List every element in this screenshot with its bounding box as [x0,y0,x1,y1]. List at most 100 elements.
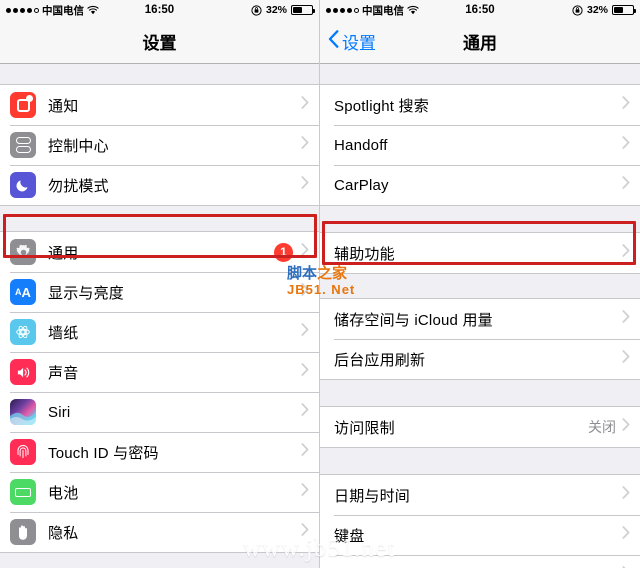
general-row-background-app-refresh[interactable]: 后台应用刷新 [320,339,640,379]
list-gap [320,380,640,406]
row-label: 日期与时间 [334,487,411,505]
chevron-right-icon [301,523,309,541]
general-row-restrictions[interactable]: 访问限制 关闭 [320,407,640,447]
row-label: 电池 [48,484,79,502]
general-row-language-region[interactable]: 语言与地区 [320,555,640,568]
back-button-settings[interactable]: 设置 [320,29,376,54]
settings-row-control-center[interactable]: 控制中心 [0,125,319,165]
battery-icon [10,479,36,505]
status-badge: 1 [274,242,293,262]
chevron-right-icon [301,283,309,301]
chevron-right-icon [301,363,309,381]
carrier-label: 中国电信 [42,4,84,17]
status-bar-left-group: 中国电信 [326,3,419,18]
chevron-right-icon [622,486,630,504]
restrictions-value: 关闭 [588,419,616,435]
do-not-disturb-icon [10,172,36,198]
signal-strength-icon [6,7,39,13]
general-row-storage-icloud[interactable]: 储存空间与 iCloud 用量 [320,299,640,339]
rotation-lock-icon [251,4,262,16]
page-title-settings: 设置 [142,34,177,53]
general-group-5: 日期与时间 键盘 语言与地区 [320,474,640,568]
chevron-right-icon [301,176,309,194]
list-gap [320,448,640,474]
siri-icon [10,399,36,425]
list-gap [0,553,319,568]
chevron-right-icon [622,96,630,114]
list-gap [0,206,319,231]
settings-row-privacy[interactable]: 隐私 [0,512,319,552]
row-label: 通用 [48,244,79,262]
right-panel-general: 中国电信 16:50 32% 设置 通用 Spotlight 搜索 Handof… [320,0,640,568]
settings-list-left[interactable]: 通知 控制中心 勿扰模式 通用 1 A A 显示与亮度 墙纸 声音 Siri T… [0,64,319,568]
privacy-hand-icon [10,519,36,545]
row-label: Handoff [334,136,388,154]
chevron-right-icon [301,136,309,154]
carrier-label: 中国电信 [362,4,404,17]
row-label: Siri [48,403,71,421]
settings-row-siri[interactable]: Siri [0,392,319,432]
list-gap [320,274,640,298]
chevron-right-icon [622,176,630,194]
battery-percent-label: 32% [265,4,287,16]
chevron-right-icon [622,418,630,436]
chevron-right-icon [622,310,630,328]
row-label: 储存空间与 iCloud 用量 [334,311,493,329]
chevron-right-icon [301,243,309,261]
chevron-right-icon [301,403,309,421]
settings-row-battery[interactable]: 电池 [0,472,319,512]
back-button-label: 设置 [342,34,376,53]
chevron-right-icon [622,244,630,262]
general-group-2: 辅助功能 [320,232,640,274]
sounds-icon [10,359,36,385]
general-row-spotlight-search[interactable]: Spotlight 搜索 [320,85,640,125]
nav-bar-right: 设置 通用 [320,20,640,64]
wifi-icon [407,5,419,15]
notifications-icon [10,92,36,118]
settings-row-do-not-disturb[interactable]: 勿扰模式 [0,165,319,205]
status-bar-left-group: 中国电信 [6,3,99,18]
chevron-right-icon [622,136,630,154]
nav-bar-left: 设置 [0,20,319,64]
chevron-right-icon [301,483,309,501]
settings-row-wallpaper[interactable]: 墙纸 [0,312,319,352]
settings-row-general[interactable]: 通用 1 [0,232,319,272]
chevron-right-icon [622,350,630,368]
general-row-carplay[interactable]: CarPlay [320,165,640,205]
row-label: 通知 [48,97,79,115]
general-row-accessibility[interactable]: 辅助功能 [320,233,640,273]
wallpaper-icon [10,319,36,345]
status-bar-right-group: 32% [251,4,315,16]
signal-strength-icon [326,7,359,13]
control-center-icon [10,132,36,158]
row-label: CarPlay [334,176,389,194]
settings-group-2: 通用 1 AA 显示与亮度 墙纸 声音 Siri Touch ID 与密码 电池… [0,231,319,553]
battery-icon [291,5,315,15]
display-brightness-icon: AA [10,279,36,305]
row-label: 隐私 [48,524,79,542]
settings-row-sounds[interactable]: 声音 [0,352,319,392]
chevron-right-icon [622,526,630,544]
general-group-4: 访问限制 关闭 [320,406,640,448]
settings-row-touch-id[interactable]: Touch ID 与密码 [0,432,319,472]
row-label: 键盘 [334,527,365,545]
general-gear-icon [10,239,36,265]
general-row-keyboard[interactable]: 键盘 [320,515,640,555]
list-gap [320,206,640,232]
row-label: 控制中心 [48,137,109,155]
general-list-right[interactable]: Spotlight 搜索 Handoff CarPlay 辅助功能 储存空间与 … [320,64,640,568]
status-bar-right: 中国电信 16:50 32% [320,0,640,20]
row-label: 显示与亮度 [48,284,125,302]
settings-row-notifications[interactable]: 通知 [0,85,319,125]
row-label: Spotlight 搜索 [334,97,429,115]
row-label: 墙纸 [48,324,79,342]
list-gap [320,64,640,84]
row-label: Touch ID 与密码 [48,444,159,462]
settings-row-display-brightness[interactable]: AA 显示与亮度 [0,272,319,312]
chevron-right-icon [301,443,309,461]
general-group-1: Spotlight 搜索 Handoff CarPlay [320,84,640,206]
general-row-date-time[interactable]: 日期与时间 [320,475,640,515]
row-label: 勿扰模式 [48,177,109,195]
status-bar-right-group: 32% [572,4,636,16]
general-row-handoff[interactable]: Handoff [320,125,640,165]
